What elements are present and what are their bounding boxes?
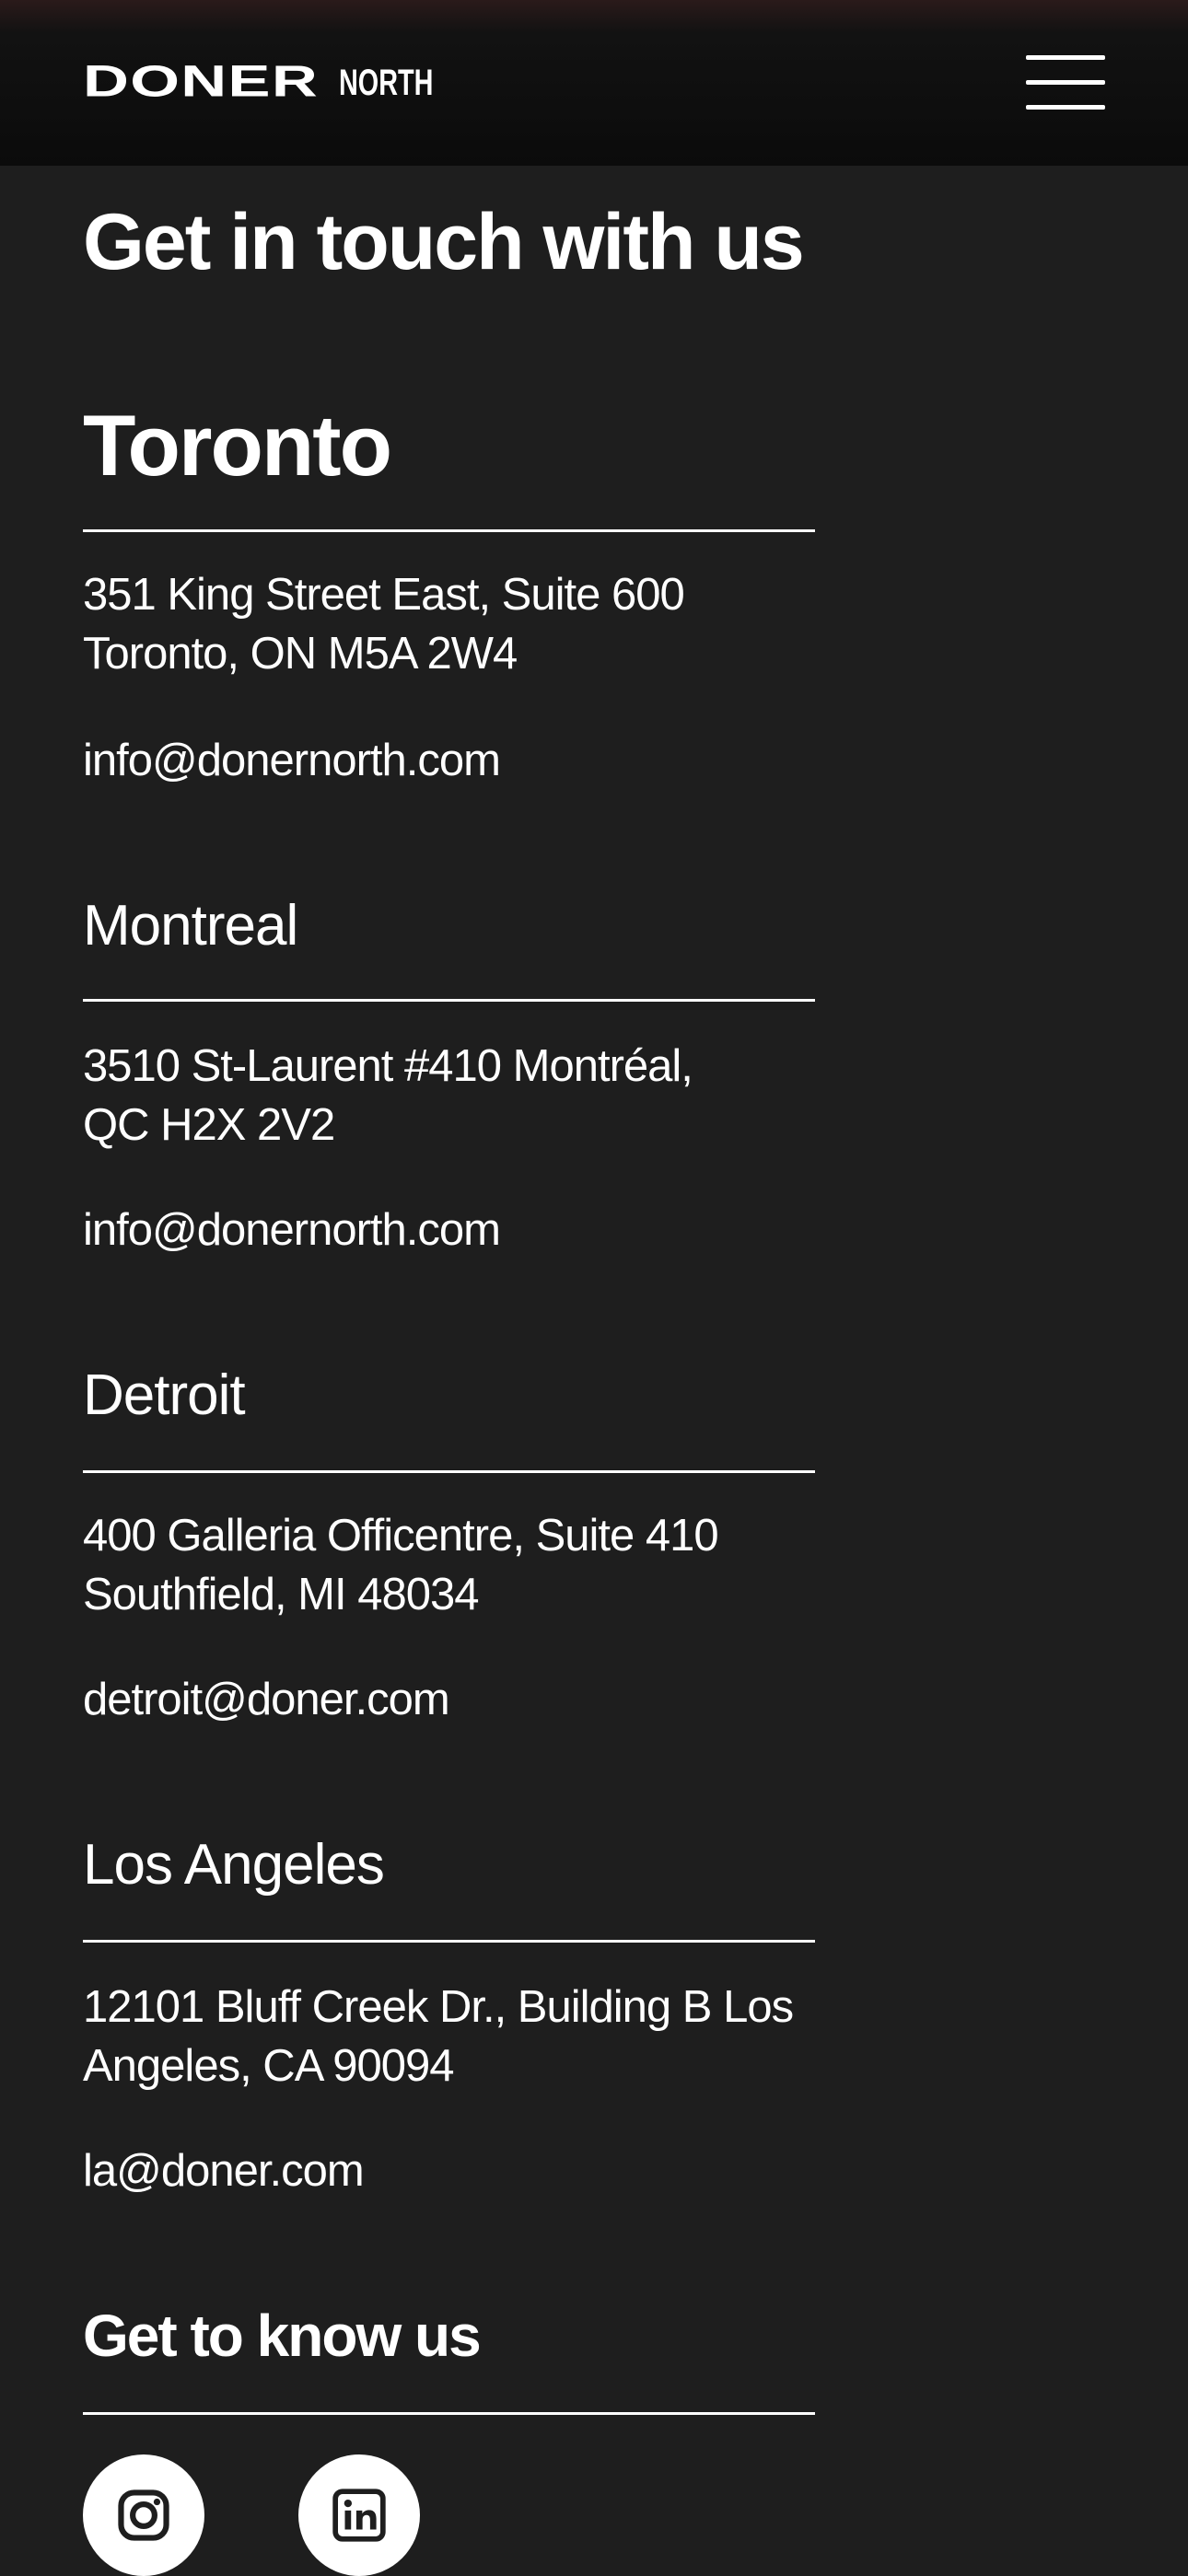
doner-north-logo[interactable]: DONER NORTH xyxy=(83,56,470,107)
office-email-link[interactable]: la@doner.com xyxy=(83,2141,365,2200)
address-line: 400 Galleria Officentre, Suite 410 xyxy=(83,1511,719,1561)
office-address: 351 King Street East, Suite 600 Toronto,… xyxy=(83,565,838,683)
divider xyxy=(83,1940,815,1943)
office-city-montreal: Montreal xyxy=(83,894,298,957)
logo-subtitle: NORTH xyxy=(339,63,434,103)
linkedin-link[interactable] xyxy=(298,2454,420,2576)
office-address: 3510 St-Laurent #410 Montréal, QC H2X 2V… xyxy=(83,1037,838,1155)
office-city-detroit: Detroit xyxy=(83,1363,246,1427)
get-to-know-us-heading: Get to know us xyxy=(83,2303,482,2369)
office-address: 12101 Bluff Creek Dr., Building B Los An… xyxy=(83,1978,838,2095)
office-email-link[interactable]: info@donernorth.com xyxy=(83,731,501,790)
address-line: QC H2X 2V2 xyxy=(83,1100,335,1150)
divider xyxy=(83,999,815,1002)
page-title: Get in touch with us xyxy=(83,198,805,286)
office-city-toronto: Toronto xyxy=(83,397,392,493)
logo-wordmark: DONER xyxy=(83,56,320,107)
hamburger-menu-icon[interactable] xyxy=(1026,53,1105,110)
instagram-icon xyxy=(118,2489,169,2541)
address-line: 351 King Street East, Suite 600 xyxy=(83,570,685,620)
address-line: Toronto, ON M5A 2W4 xyxy=(83,629,518,679)
linkedin-icon xyxy=(332,2489,386,2542)
top-navigation-bar: DONER NORTH xyxy=(0,0,1188,166)
divider xyxy=(83,2412,815,2415)
address-line: 3510 St-Laurent #410 Montréal, xyxy=(83,1041,693,1091)
instagram-link[interactable] xyxy=(83,2454,204,2576)
address-line: 12101 Bluff Creek Dr., Building B Los xyxy=(83,1982,794,2032)
divider xyxy=(83,1470,815,1473)
office-city-los-angeles: Los Angeles xyxy=(83,1833,385,1897)
office-address: 400 Galleria Officentre, Suite 410 South… xyxy=(83,1506,838,1624)
divider xyxy=(83,529,815,532)
office-email-link[interactable]: info@donernorth.com xyxy=(83,1201,501,1259)
address-line: Southfield, MI 48034 xyxy=(83,1570,479,1619)
address-line: Angeles, CA 90094 xyxy=(83,2041,455,2091)
office-email-link[interactable]: detroit@doner.com xyxy=(83,1670,450,1729)
